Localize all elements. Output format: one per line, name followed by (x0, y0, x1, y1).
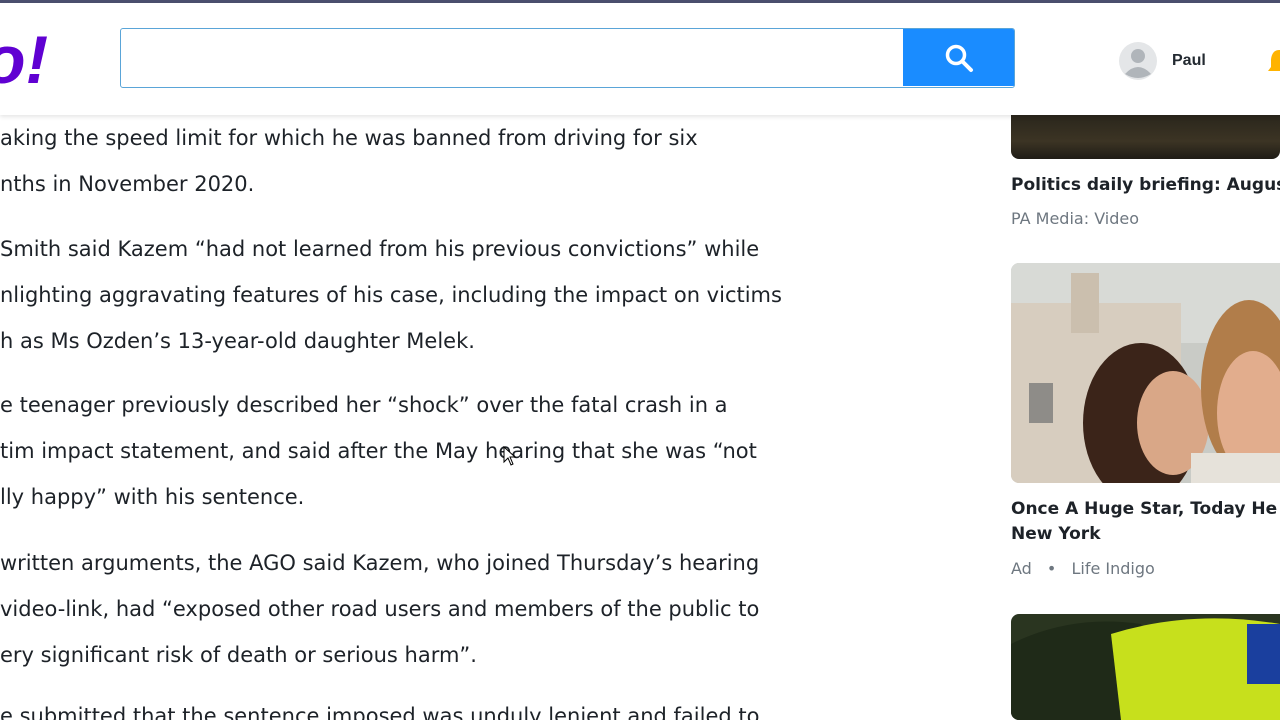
logo-text: o! (0, 27, 48, 89)
mouse-cursor-icon (503, 446, 517, 466)
ad-meta: Ad • Life Indigo (1011, 559, 1155, 578)
search-icon (945, 44, 973, 72)
card-title-link[interactable]: Once A Huge Star, Today He Is New York (1011, 497, 1280, 547)
text-line: video-link, had “exposed other road user… (0, 597, 760, 621)
article-paragraph: Smith said Kazem “had not learned from h… (0, 226, 880, 364)
text-line: written arguments, the AGO said Kazem, w… (0, 551, 760, 575)
text-line: lly happy” with his sentence. (0, 485, 305, 509)
sidebar-stream: Politics daily briefing: August PA Media… (1011, 115, 1280, 720)
card-source[interactable]: Life Indigo (1071, 559, 1154, 578)
text-line: ery significant risk of death or serious… (0, 643, 477, 667)
yahoo-logo[interactable]: o! (0, 22, 60, 98)
ad-image[interactable] (1011, 263, 1280, 483)
article-thumbnail[interactable] (1011, 614, 1280, 720)
text-line: aking the speed limit for which he was b… (0, 126, 698, 150)
article-paragraph: e submitted that the sentence imposed wa… (0, 693, 880, 720)
card-title-link[interactable]: Politics daily briefing: August (1011, 173, 1280, 198)
ad-label: Ad (1011, 559, 1032, 578)
user-name: Paul (1172, 52, 1206, 69)
search-button[interactable] (903, 29, 1014, 86)
article-paragraph: written arguments, the AGO said Kazem, w… (0, 540, 880, 678)
user-avatar-icon (1119, 42, 1157, 80)
video-thumbnail[interactable] (1011, 115, 1280, 159)
bell-icon[interactable] (1264, 47, 1280, 77)
article-paragraph: e teenager previously described her “sho… (0, 382, 880, 520)
text-line: e submitted that the sentence imposed wa… (0, 704, 760, 720)
text-line: nlighting aggravating features of his ca… (0, 283, 782, 307)
search-input[interactable] (121, 29, 905, 86)
search-bar (120, 28, 1015, 88)
text-line: h as Ms Ozden’s 13-year-old daughter Mel… (0, 329, 475, 353)
article-body: aking the speed limit for which he was b… (0, 115, 880, 720)
text-line: e teenager previously described her “sho… (0, 393, 728, 417)
article-paragraph: aking the speed limit for which he was b… (0, 115, 880, 207)
text-line: tim impact statement, and said after the… (0, 439, 757, 463)
meta-separator: • (1046, 559, 1057, 578)
text-line: Smith said Kazem “had not learned from h… (0, 237, 760, 261)
card-source: PA Media: Video (1011, 209, 1140, 228)
text-line: nths in November 2020. (0, 172, 255, 196)
user-menu[interactable]: Paul (1118, 41, 1206, 81)
site-header: o! Paul (0, 3, 1280, 115)
